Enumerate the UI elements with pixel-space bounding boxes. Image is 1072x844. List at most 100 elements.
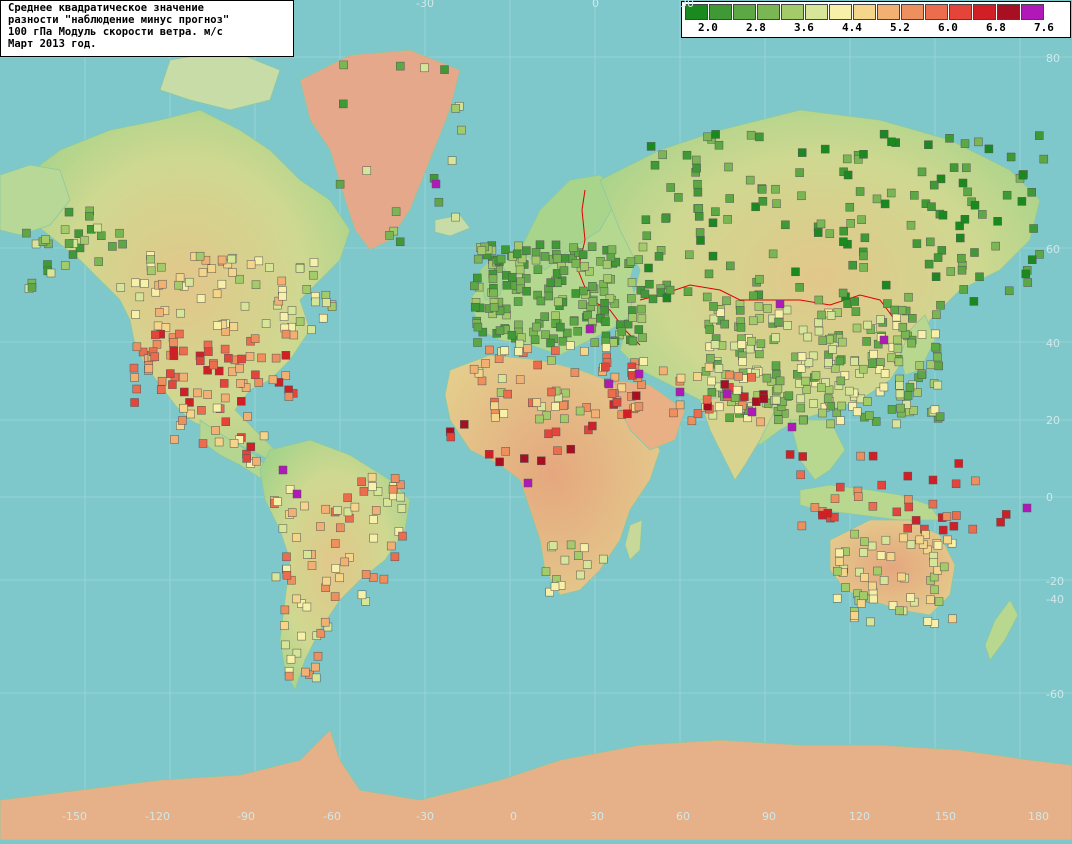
station-marker [756, 417, 765, 427]
station-marker [866, 617, 875, 627]
station-marker [280, 605, 290, 615]
station-marker [693, 409, 703, 418]
station-marker [1004, 286, 1014, 296]
legend-swatch [925, 4, 948, 20]
station-marker [904, 292, 913, 302]
station-marker [575, 406, 585, 416]
station-marker [85, 211, 94, 221]
station-marker [658, 150, 667, 160]
station-marker [273, 497, 282, 506]
station-marker [157, 262, 166, 272]
station-marker [960, 215, 970, 224]
station-marker [553, 446, 562, 455]
station-marker [708, 251, 718, 261]
station-marker [530, 335, 540, 345]
station-marker [855, 187, 865, 196]
station-marker [927, 202, 936, 211]
world-map [0, 0, 1072, 841]
station-marker [879, 335, 889, 345]
station-marker [469, 364, 479, 374]
station-marker [740, 392, 749, 401]
station-marker [826, 311, 836, 320]
station-marker [736, 323, 746, 332]
station-marker [535, 414, 544, 424]
station-marker [515, 375, 525, 384]
station-marker [302, 602, 312, 612]
station-marker [157, 376, 167, 386]
station-marker [903, 471, 913, 481]
station-marker [196, 294, 206, 303]
station-marker [895, 389, 905, 399]
station-marker [725, 194, 734, 203]
station-marker [845, 202, 855, 212]
station-marker [836, 416, 845, 425]
station-marker [316, 522, 325, 531]
station-marker [284, 671, 294, 681]
station-marker [850, 357, 859, 366]
station-marker [845, 386, 854, 396]
station-marker [931, 342, 940, 352]
top-lon-label: 30 [680, 0, 694, 10]
station-marker [724, 162, 733, 172]
station-marker [881, 280, 891, 290]
station-marker [823, 508, 833, 518]
station-marker [282, 571, 292, 580]
station-marker [551, 346, 560, 355]
station-marker [854, 492, 863, 501]
station-marker [243, 412, 252, 421]
station-marker [1018, 170, 1028, 180]
station-marker [859, 263, 868, 272]
station-marker [522, 286, 531, 296]
station-marker [917, 330, 927, 339]
station-marker [687, 416, 697, 426]
station-marker [339, 99, 348, 109]
station-marker [540, 312, 549, 321]
station-marker [211, 426, 220, 435]
station-marker [906, 593, 915, 602]
legend-swatch [805, 4, 828, 20]
station-marker [683, 287, 693, 296]
station-marker [116, 283, 126, 292]
station-marker [725, 370, 735, 380]
station-marker [818, 336, 828, 345]
station-marker [757, 185, 767, 194]
station-marker [578, 250, 588, 259]
station-marker [532, 398, 542, 407]
station-marker [447, 156, 457, 165]
station-marker [836, 482, 845, 492]
title-line-1: Среднее квадратическое значение [8, 2, 204, 14]
legend-swatch [997, 4, 1020, 20]
station-marker [309, 258, 319, 267]
station-marker [1035, 131, 1044, 140]
station-marker [848, 260, 857, 270]
station-marker [153, 321, 163, 331]
station-marker [601, 362, 610, 372]
legend-swatch [901, 4, 924, 20]
station-marker [669, 408, 678, 418]
station-marker [489, 302, 499, 312]
station-marker [309, 270, 318, 280]
station-marker [628, 336, 638, 346]
station-marker [931, 272, 941, 281]
station-marker [434, 197, 444, 207]
station-marker [489, 288, 498, 298]
station-marker [707, 376, 716, 386]
station-marker [515, 339, 525, 349]
station-marker [960, 139, 970, 148]
station-marker [832, 594, 842, 603]
station-marker [868, 502, 878, 511]
station-marker [514, 241, 523, 251]
station-marker [180, 387, 189, 397]
station-marker [933, 540, 943, 550]
station-marker [93, 223, 102, 233]
station-marker [617, 327, 627, 336]
station-marker [556, 322, 565, 332]
station-marker [634, 369, 644, 379]
legend-swatch [853, 4, 876, 20]
title-line-4: Март 2013 год. [8, 38, 97, 50]
station-marker [797, 352, 807, 361]
station-marker [825, 229, 835, 238]
station-marker [908, 314, 917, 323]
station-marker [541, 330, 550, 339]
station-marker [606, 252, 616, 262]
